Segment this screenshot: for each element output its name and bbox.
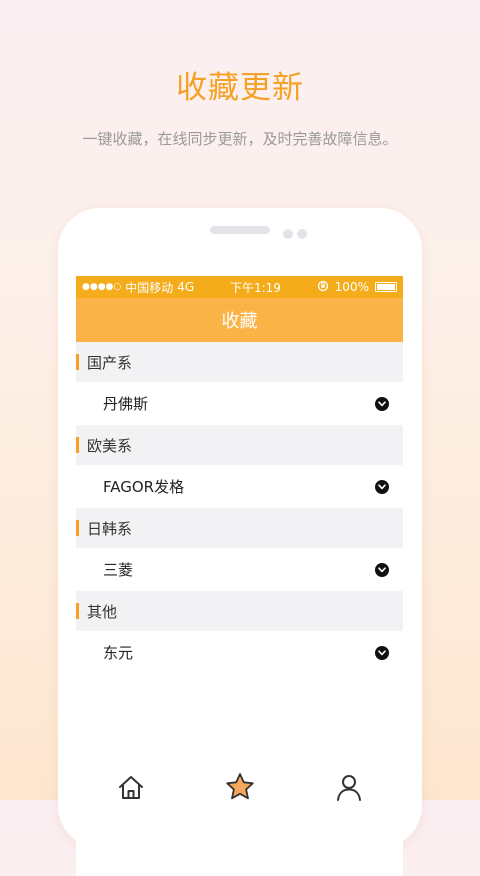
battery-percent: 100% [334,280,369,294]
list-item[interactable]: FAGOR发格 [76,465,403,508]
promo-title: 收藏更新 [176,70,304,106]
app-screen: ●●●●○ 中国移动 4G 下午1:19 100% 收藏 国产系 丹佛斯 欧美系 [76,276,403,876]
battery-icon [374,282,397,292]
home-icon [118,776,143,799]
user-icon [336,775,361,801]
status-time: 下午1:19 [229,280,281,295]
group-header: 日韩系 [76,508,403,548]
phone-speaker [210,226,270,234]
tab-home[interactable] [111,767,151,807]
tab-favorites[interactable] [220,767,260,807]
list-item-label: 三菱 [103,561,134,579]
rotation-lock-icon [317,280,329,295]
signal-strength: ●●●●○ [82,282,122,292]
list-item[interactable]: 三菱 [76,548,403,591]
list-item[interactable]: 丹佛斯 [76,382,403,425]
chevron-down-icon[interactable] [375,645,389,660]
tab-bar [76,762,403,812]
carrier-name: 中国移动 [125,280,174,295]
group-header: 欧美系 [76,425,403,465]
chevron-down-icon[interactable] [375,396,389,411]
network-type: 4G [177,280,195,294]
group-header: 国产系 [76,342,403,382]
phone-sensor [297,229,307,239]
list-item-label: 丹佛斯 [103,395,149,413]
group-header: 其他 [76,591,403,631]
star-icon [225,773,254,800]
page-title: 收藏 [76,298,403,342]
list-item[interactable]: 东元 [76,631,403,674]
tab-profile[interactable] [329,767,369,807]
list-item-label: 东元 [103,644,134,662]
phone-mockup: ●●●●○ 中国移动 4G 下午1:19 100% 收藏 国产系 丹佛斯 欧美系 [58,208,422,876]
chevron-down-icon[interactable] [375,479,389,494]
promo-subtitle: 一键收藏，在线同步更新，及时完善故障信息。 [82,130,398,148]
list-item-label: FAGOR发格 [103,478,185,496]
phone-camera [283,229,293,239]
chevron-down-icon[interactable] [375,562,389,577]
status-bar: ●●●●○ 中国移动 4G 下午1:19 100% [76,276,403,298]
